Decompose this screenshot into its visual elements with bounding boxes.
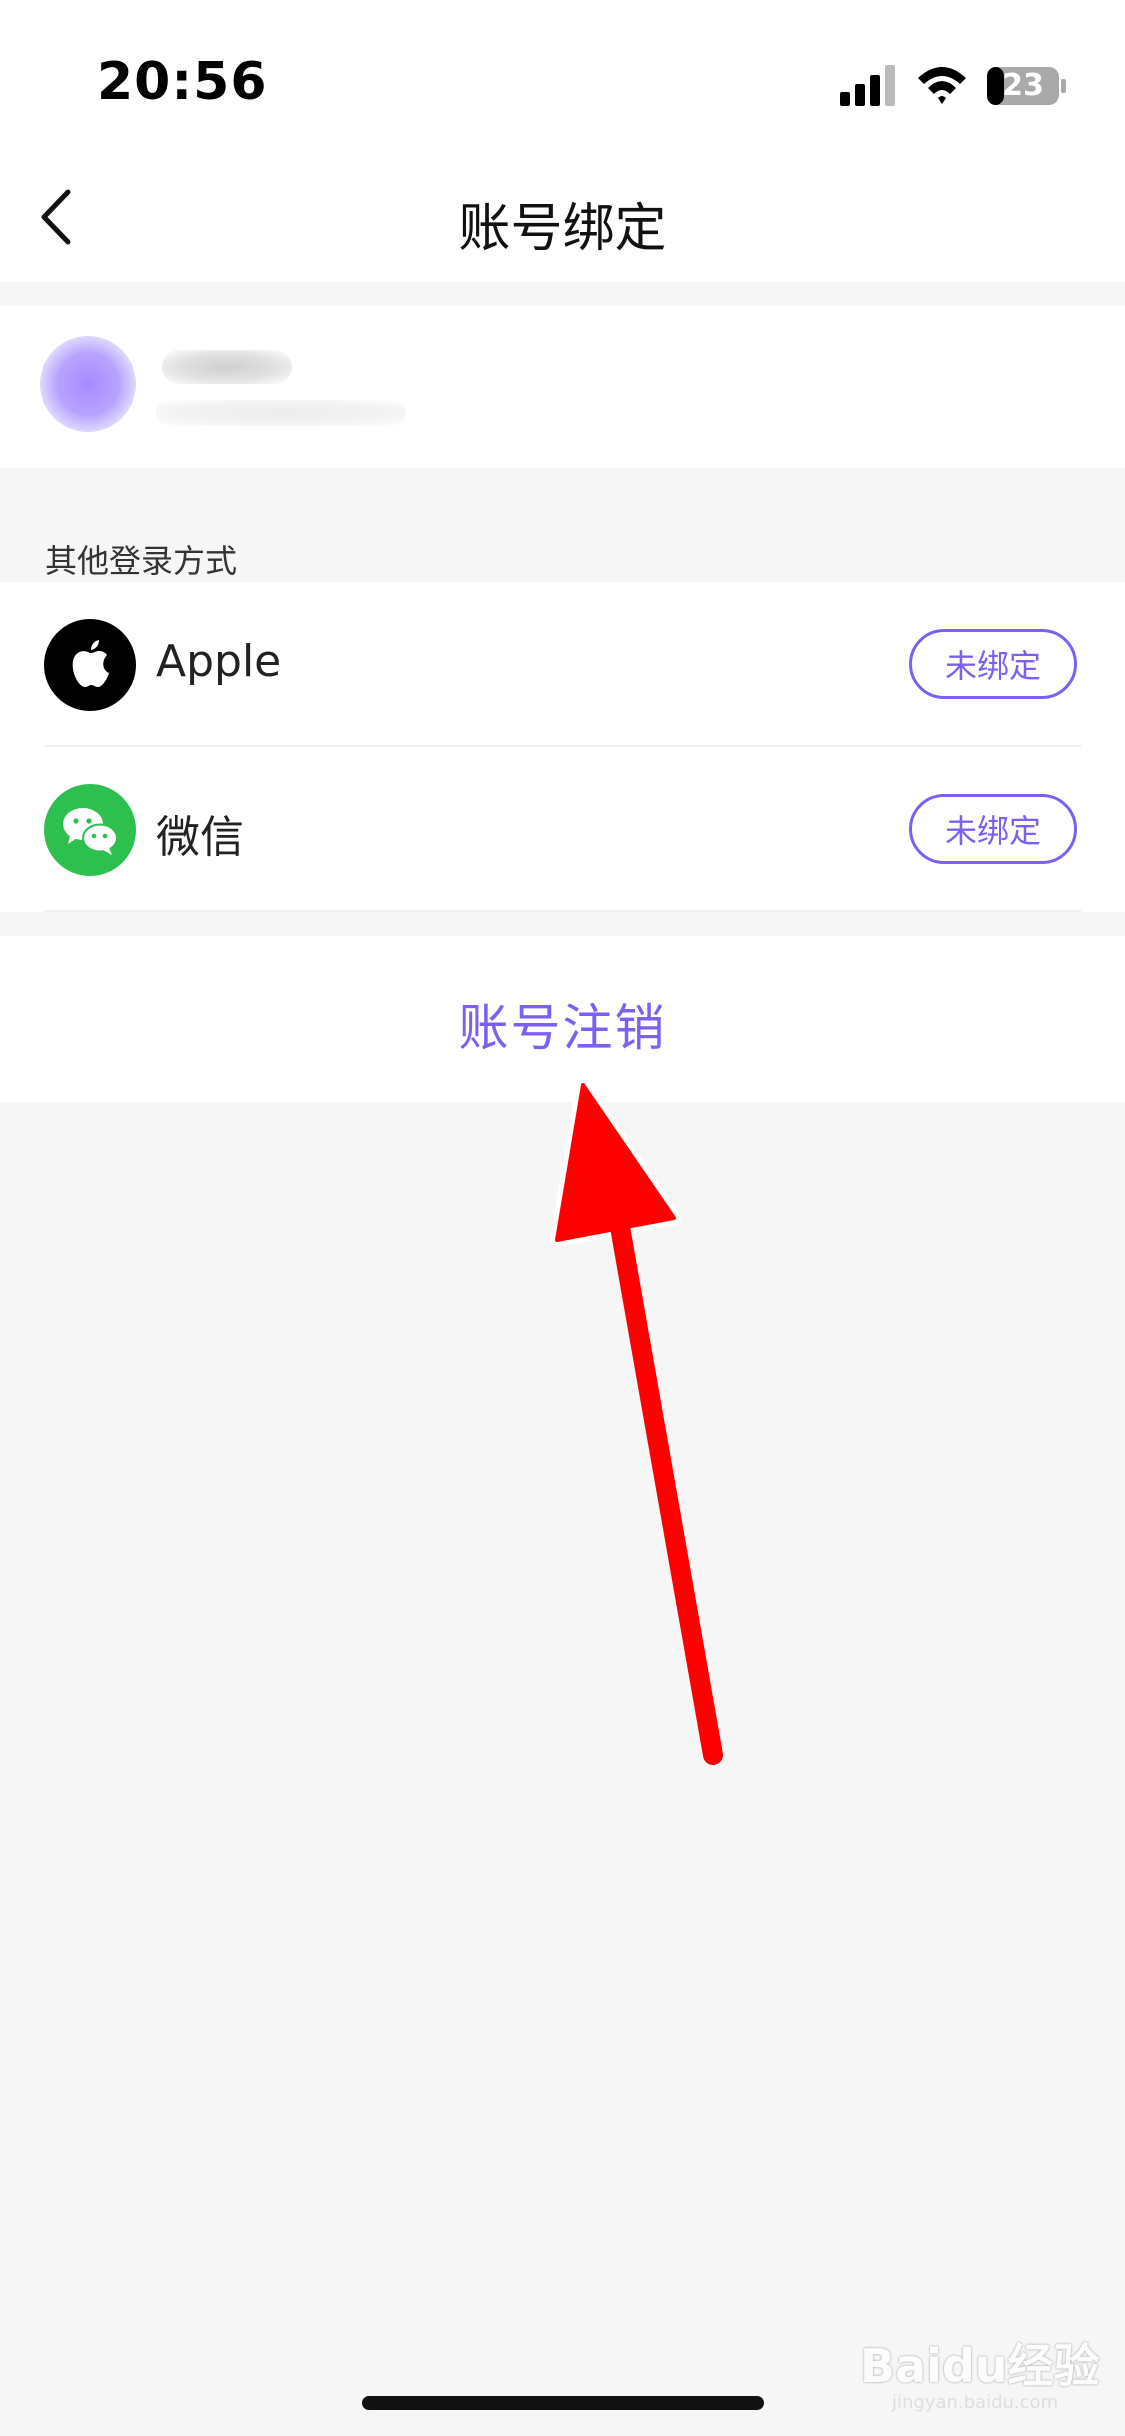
apple-icon <box>44 619 136 711</box>
status-bar: 20:56 23 <box>0 0 1125 150</box>
blurred-username <box>162 350 292 384</box>
list-item-apple: Apple 未绑定 <box>0 582 1125 747</box>
wechat-label: 微信 <box>156 812 244 863</box>
list-item-wechat: 微信 未绑定 <box>0 747 1125 912</box>
blurred-account-info <box>156 400 406 426</box>
binding-list: Apple 未绑定 微信 未绑定 <box>0 582 1125 912</box>
avatar <box>40 336 136 432</box>
section-label: 其他登录方式 <box>45 542 238 580</box>
battery-level: 23 <box>1002 68 1044 103</box>
status-time: 20:56 <box>97 52 268 112</box>
divider <box>44 910 1081 912</box>
watermark-logo: Baidu经验 <box>860 2339 1100 2393</box>
page-title: 账号绑定 <box>458 199 667 259</box>
wechat-icon <box>44 784 136 876</box>
wifi-icon <box>918 67 966 104</box>
profile-card <box>0 306 1125 468</box>
watermark-url: jingyan.baidu.com <box>892 2392 1059 2413</box>
red-arrow-icon <box>550 1078 723 1765</box>
battery-icon: 23 <box>986 66 1068 106</box>
nav-bar: 账号绑定 <box>0 150 1125 282</box>
deregister-button[interactable]: 账号注销 <box>0 988 1125 1060</box>
apple-bind-button[interactable]: 未绑定 <box>909 629 1077 699</box>
home-indicator[interactable] <box>362 2396 764 2410</box>
cellular-signal-icon <box>840 65 895 106</box>
wechat-bind-button[interactable]: 未绑定 <box>909 794 1077 864</box>
apple-label: Apple <box>156 636 282 687</box>
